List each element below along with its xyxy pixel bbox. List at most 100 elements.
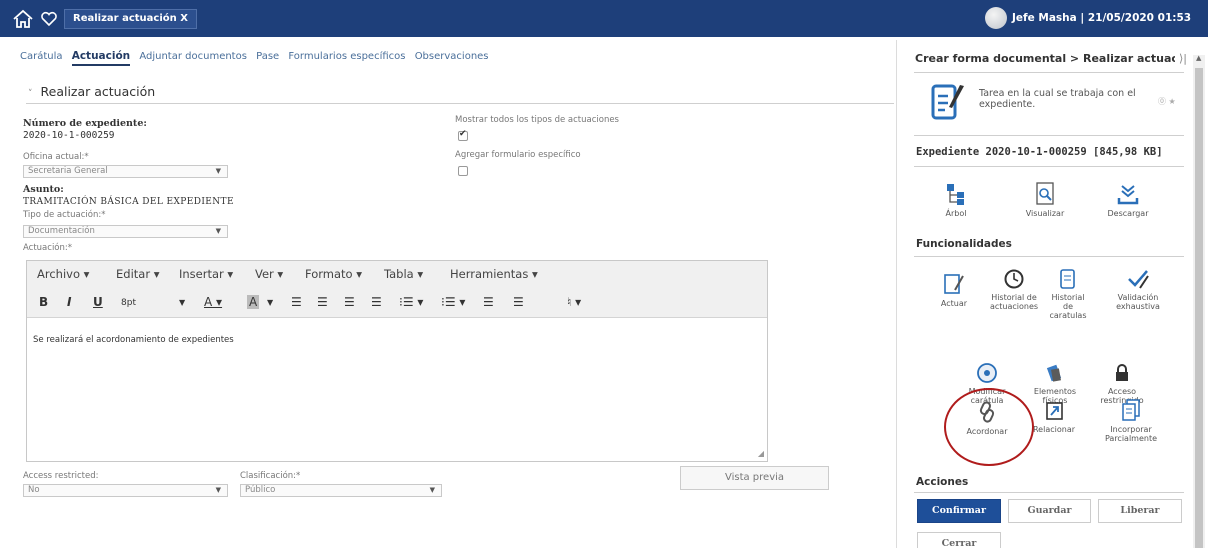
mostrar-checkbox[interactable] <box>458 129 468 141</box>
chevron-down-icon: ˅ <box>28 89 33 99</box>
italic-button[interactable]: I <box>67 295 71 309</box>
expediente-label: Número de expediente: <box>23 118 147 129</box>
dropdown-arrow-icon: ▼ <box>215 227 221 235</box>
download-label: Descargar <box>1107 209 1149 218</box>
outdent-icon[interactable]: ☰ <box>483 295 494 309</box>
menu-editar[interactable]: Editar ▾ <box>116 267 159 281</box>
numbered-list-icon[interactable]: ⁝☰ ▾ <box>441 295 465 309</box>
release-button[interactable]: Liberar <box>1098 499 1182 523</box>
editor-content[interactable]: Se realizará el acordonamiento de expedi… <box>33 335 234 345</box>
actuar-button[interactable]: Actuar <box>934 272 974 308</box>
tab-caratula[interactable]: Carátula <box>20 51 63 62</box>
tab-pase[interactable]: Pase <box>256 51 279 62</box>
relacionar-label: Relacionar <box>1032 425 1076 434</box>
historial-actuaciones-label: Historial de actuaciones <box>989 293 1039 311</box>
menu-insertar[interactable]: Insertar ▾ <box>179 267 233 281</box>
tab-adjuntar-documentos[interactable]: Adjuntar documentos <box>139 51 247 62</box>
tree-button[interactable]: Árbol <box>936 182 976 218</box>
acceso-select[interactable]: No ▼ <box>23 484 228 497</box>
confirm-button[interactable]: Confirmar <box>917 499 1001 523</box>
menu-herramientas[interactable]: Herramientas ▾ <box>450 267 538 281</box>
preview-doc-button[interactable]: Visualizar <box>1023 182 1067 218</box>
download-button[interactable]: Descargar <box>1105 182 1151 218</box>
relacionar-button[interactable]: Relacionar <box>1028 400 1080 434</box>
panel-divider <box>896 40 897 548</box>
task-description: Tarea en la cual se trabaja con el exped… <box>979 88 1136 110</box>
editor-menubar: Archivo ▾ Editar ▾ Insertar ▾ Ver ▾ Form… <box>27 261 767 288</box>
validacion-exhaustiva-button[interactable]: Validación exhaustiva <box>1098 268 1178 311</box>
tab-observaciones[interactable]: Observaciones <box>415 51 489 62</box>
download-icon <box>1117 185 1139 205</box>
acceso-value: No <box>28 485 40 495</box>
clasificacion-select[interactable]: Público ▼ <box>240 484 442 497</box>
oficina-select[interactable]: Secretaria General ▼ <box>23 165 228 178</box>
scroll-up-icon[interactable]: ▲ <box>1196 54 1201 62</box>
menu-tabla[interactable]: Tabla ▾ <box>384 267 423 281</box>
oficina-value: Secretaria General <box>28 166 108 176</box>
user-info: Jefe Masha | 21/05/2020 01:53 <box>1012 12 1192 24</box>
font-size-arrow-icon[interactable]: ▼ <box>179 298 185 307</box>
text-color-button[interactable]: A ▾ <box>204 295 222 309</box>
font-size-select[interactable]: 8pt <box>121 298 136 308</box>
spellcheck-icon[interactable]: ♮ ▾ <box>567 295 581 309</box>
validacion-exhaustiva-label: Validación exhaustiva <box>1116 293 1160 311</box>
bold-button[interactable]: B <box>39 295 48 309</box>
divider <box>914 492 1184 493</box>
incorporar-parcialmente-button[interactable]: Incorporar Parcialmente <box>1099 398 1163 443</box>
oficina-label: Oficina actual:* <box>23 152 89 162</box>
mostrar-label: Mostrar todos los tipos de actuaciones <box>455 115 619 125</box>
chevron-down-icon[interactable]: ▼ <box>267 298 273 307</box>
divider <box>914 166 1184 167</box>
scrollbar-thumb[interactable] <box>1195 68 1203 548</box>
preview-label: Visualizar <box>1025 209 1065 218</box>
asunto-value: TRAMITACIÓN BÁSICA DEL EXPEDIENTE <box>23 197 234 207</box>
align-right-icon[interactable]: ☰ <box>344 295 355 309</box>
rich-text-editor: Archivo ▾ Editar ▾ Insertar ▾ Ver ▾ Form… <box>26 260 768 462</box>
menu-archivo[interactable]: Archivo ▾ <box>37 267 89 281</box>
clasificacion-value: Público <box>245 485 276 495</box>
lock-icon <box>1116 364 1128 381</box>
menu-formato[interactable]: Formato ▾ <box>305 267 362 281</box>
actuar-label: Actuar <box>940 299 968 308</box>
menu-ver[interactable]: Ver ▾ <box>255 267 283 281</box>
highlight-button[interactable]: A <box>247 295 260 309</box>
section-header[interactable]: ˅ Realizar actuación <box>28 84 155 99</box>
physical-elements-icon <box>1046 364 1062 382</box>
incorporate-icon <box>1122 399 1140 421</box>
align-justify-icon[interactable]: ☰ <box>371 295 382 309</box>
page-title: Realizar actuación <box>40 84 156 99</box>
incorporar-parcialmente-label: Incorporar Parcialmente <box>1104 425 1158 443</box>
close-button[interactable]: Cerrar <box>917 532 1001 548</box>
section-tabs: Carátula Actuación Adjuntar documentos P… <box>20 50 495 66</box>
indent-icon[interactable]: ☰ <box>513 295 524 309</box>
acceso-label: Access restricted: <box>23 471 99 481</box>
disc-edit-icon <box>977 363 997 383</box>
favorite-icon[interactable] <box>40 11 58 27</box>
edit-document-icon <box>944 274 964 294</box>
historial-caratulas-button[interactable]: Historial de caratulas <box>1046 268 1090 320</box>
underline-button[interactable]: U <box>93 295 103 309</box>
historial-actuaciones-button[interactable]: Historial de actuaciones <box>984 268 1044 311</box>
help-icon[interactable]: ⓪ ★ <box>1158 96 1176 107</box>
align-left-icon[interactable]: ☰ <box>291 295 302 309</box>
save-button[interactable]: Guardar <box>1008 499 1091 523</box>
dropdown-arrow-icon: ▼ <box>429 486 435 494</box>
tree-label: Árbol <box>945 209 967 218</box>
relate-icon <box>1046 402 1063 420</box>
avatar[interactable] <box>985 7 1007 29</box>
divider <box>914 135 1184 136</box>
home-icon[interactable] <box>12 9 34 29</box>
expediente-value: 2020-10-1-000259 <box>23 130 115 141</box>
tipo-actuacion-select[interactable]: Documentación ▼ <box>23 225 228 238</box>
align-center-icon[interactable]: ☰ <box>317 295 328 309</box>
actions-title: Acciones <box>916 476 969 488</box>
tab-formularios-especificos[interactable]: Formularios específicos <box>288 51 405 62</box>
preview-button[interactable]: Vista previa <box>680 466 829 490</box>
active-task-tab[interactable]: Realizar actuación X <box>64 9 197 29</box>
bullet-list-icon[interactable]: ⁝☰ ▾ <box>399 295 423 309</box>
collapse-panel-icon[interactable]: ⟩| <box>1179 52 1187 65</box>
elementos-fisicos-button[interactable]: Elementos físicos <box>1028 362 1082 405</box>
resize-handle-icon[interactable]: ◢ <box>758 449 764 458</box>
tab-actuacion[interactable]: Actuación <box>71 50 131 66</box>
agregar-checkbox[interactable] <box>458 166 468 176</box>
